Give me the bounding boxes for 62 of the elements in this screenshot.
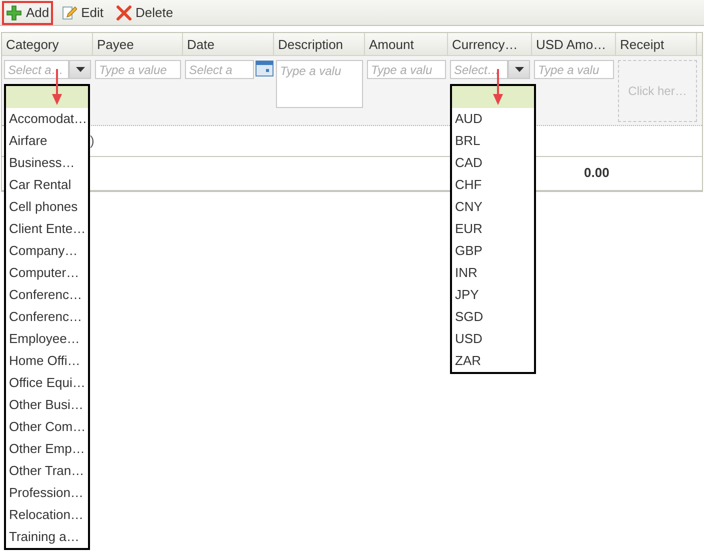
- dropdown-option[interactable]: ZAR: [452, 350, 534, 372]
- dropdown-option[interactable]: Other Busi…: [6, 394, 88, 416]
- dropdown-option[interactable]: Employee…: [6, 328, 88, 350]
- dropdown-field[interactable]: Select a…: [4, 60, 69, 79]
- dropdown-option[interactable]: Conferenc…: [6, 306, 88, 328]
- delete-button[interactable]: Delete: [112, 0, 178, 24]
- caret-icon: [76, 67, 84, 72]
- date-field[interactable]: Select a: [185, 60, 254, 79]
- dropdown-option[interactable]: Training a…: [6, 526, 88, 548]
- dropdown-option[interactable]: INR: [452, 262, 534, 284]
- dropdown-button[interactable]: [508, 60, 530, 79]
- dropdown-option[interactable]: Conferenc…: [6, 284, 88, 306]
- dropdown-option[interactable]: Other Tran…: [6, 460, 88, 482]
- edit-button[interactable]: Edit: [57, 0, 108, 24]
- column-header[interactable]: USD Amo…: [532, 33, 616, 55]
- dropdown-option[interactable]: Business…: [6, 152, 88, 174]
- dropdown-option[interactable]: Other Emp…: [6, 438, 88, 460]
- column-header[interactable]: Payee: [93, 33, 183, 55]
- selected-option[interactable]: [452, 86, 534, 108]
- add-button[interactable]: Add: [2, 0, 54, 24]
- dropdown-option[interactable]: BRL: [452, 130, 534, 152]
- text-area[interactable]: Type a valu: [276, 60, 363, 108]
- dropdown-option[interactable]: GBP: [452, 240, 534, 262]
- dropdown-option[interactable]: Relocation…: [6, 504, 88, 526]
- dropdown-option[interactable]: Accomodat…: [6, 108, 88, 130]
- column-header[interactable]: Date: [183, 33, 274, 55]
- column-header[interactable]: Amount: [365, 33, 448, 55]
- dropdown-field[interactable]: Select…: [450, 60, 508, 79]
- plus-icon: [6, 4, 22, 20]
- dropdown-option[interactable]: Profession…: [6, 482, 88, 504]
- dropdown-option[interactable]: Computer…: [6, 262, 88, 284]
- dropdown-button[interactable]: [69, 60, 91, 79]
- table-cell-text: ): [90, 133, 94, 150]
- dropdown-option[interactable]: Company…: [6, 240, 88, 262]
- dropdown-option[interactable]: JPY: [452, 284, 534, 306]
- dropdown-option[interactable]: Office Equi…: [6, 372, 88, 394]
- edit-icon: [61, 4, 78, 20]
- delete-icon: [116, 4, 132, 20]
- dropdown-option[interactable]: CHF: [452, 174, 534, 196]
- dropdown-option[interactable]: Airfare: [6, 130, 88, 152]
- selected-option[interactable]: [6, 86, 88, 108]
- column-header[interactable]: Category: [2, 33, 93, 55]
- column-header[interactable]: Description: [274, 33, 365, 55]
- dropdown-option[interactable]: CNY: [452, 196, 534, 218]
- caret-icon: [514, 67, 524, 72]
- dropdown-option[interactable]: Car Rental: [6, 174, 88, 196]
- dropdown-option[interactable]: Cell phones: [6, 196, 88, 218]
- text-field[interactable]: Type a value: [95, 60, 181, 79]
- dropdown-option[interactable]: Client Ente…: [6, 218, 88, 240]
- text-field[interactable]: Type a valu: [367, 60, 446, 79]
- dropdown-option[interactable]: EUR: [452, 218, 534, 240]
- total-amount: 0.00: [584, 165, 610, 182]
- column-header[interactable]: Currency…: [448, 33, 532, 55]
- text-field[interactable]: Type a valu: [534, 60, 614, 79]
- dropdown-option[interactable]: Home Offi…: [6, 350, 88, 372]
- calendar-icon[interactable]: [255, 60, 274, 77]
- dropdown-option[interactable]: Other Com…: [6, 416, 88, 438]
- dropdown-option[interactable]: SGD: [452, 306, 534, 328]
- column-header[interactable]: Receipt: [616, 33, 697, 55]
- dropdown-option[interactable]: USD: [452, 328, 534, 350]
- dropdown-option[interactable]: CAD: [452, 152, 534, 174]
- dropdown-option[interactable]: AUD: [452, 108, 534, 130]
